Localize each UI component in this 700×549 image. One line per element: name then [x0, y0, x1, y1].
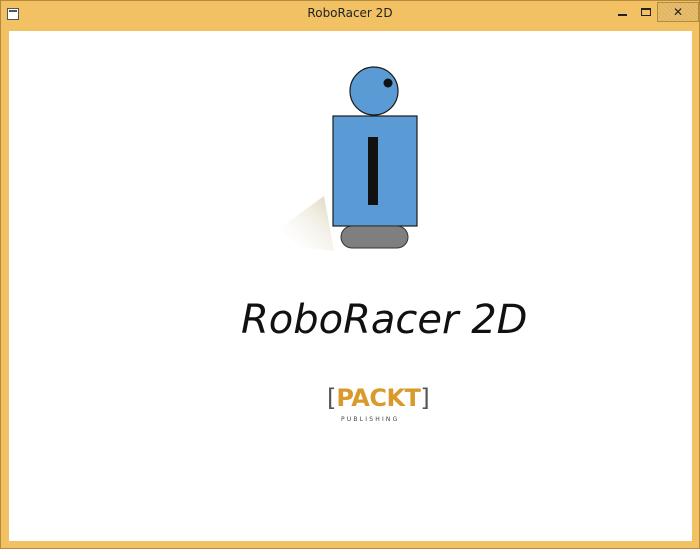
logo-left-bracket: [ [327, 384, 337, 412]
window-title: RoboRacer 2D [307, 6, 393, 20]
minimize-icon[interactable] [609, 2, 636, 22]
game-canvas[interactable]: RoboRacer 2D [PACKT] PUBLISHING [9, 31, 692, 541]
logo-right-bracket: ] [420, 384, 430, 412]
close-icon[interactable]: ✕ [657, 2, 699, 22]
app-window: RoboRacer 2D ✕ RoboRacer 2D [PACKT] PUBL… [0, 0, 700, 549]
game-title: RoboRacer 2D [241, 297, 528, 343]
robot-shadow [279, 196, 334, 251]
robot-head [349, 66, 399, 116]
logo-word: PACKT [336, 384, 421, 412]
robot-stripe [368, 137, 378, 205]
maximize-icon[interactable] [636, 2, 656, 22]
logo-tagline: PUBLISHING [341, 416, 400, 423]
robot-base [340, 225, 409, 249]
robot-eye [383, 78, 393, 88]
title-bar[interactable]: RoboRacer 2D ✕ [1, 1, 699, 29]
packt-logo: [PACKT] PUBLISHING [327, 383, 430, 427]
robot-sprite [279, 66, 418, 251]
